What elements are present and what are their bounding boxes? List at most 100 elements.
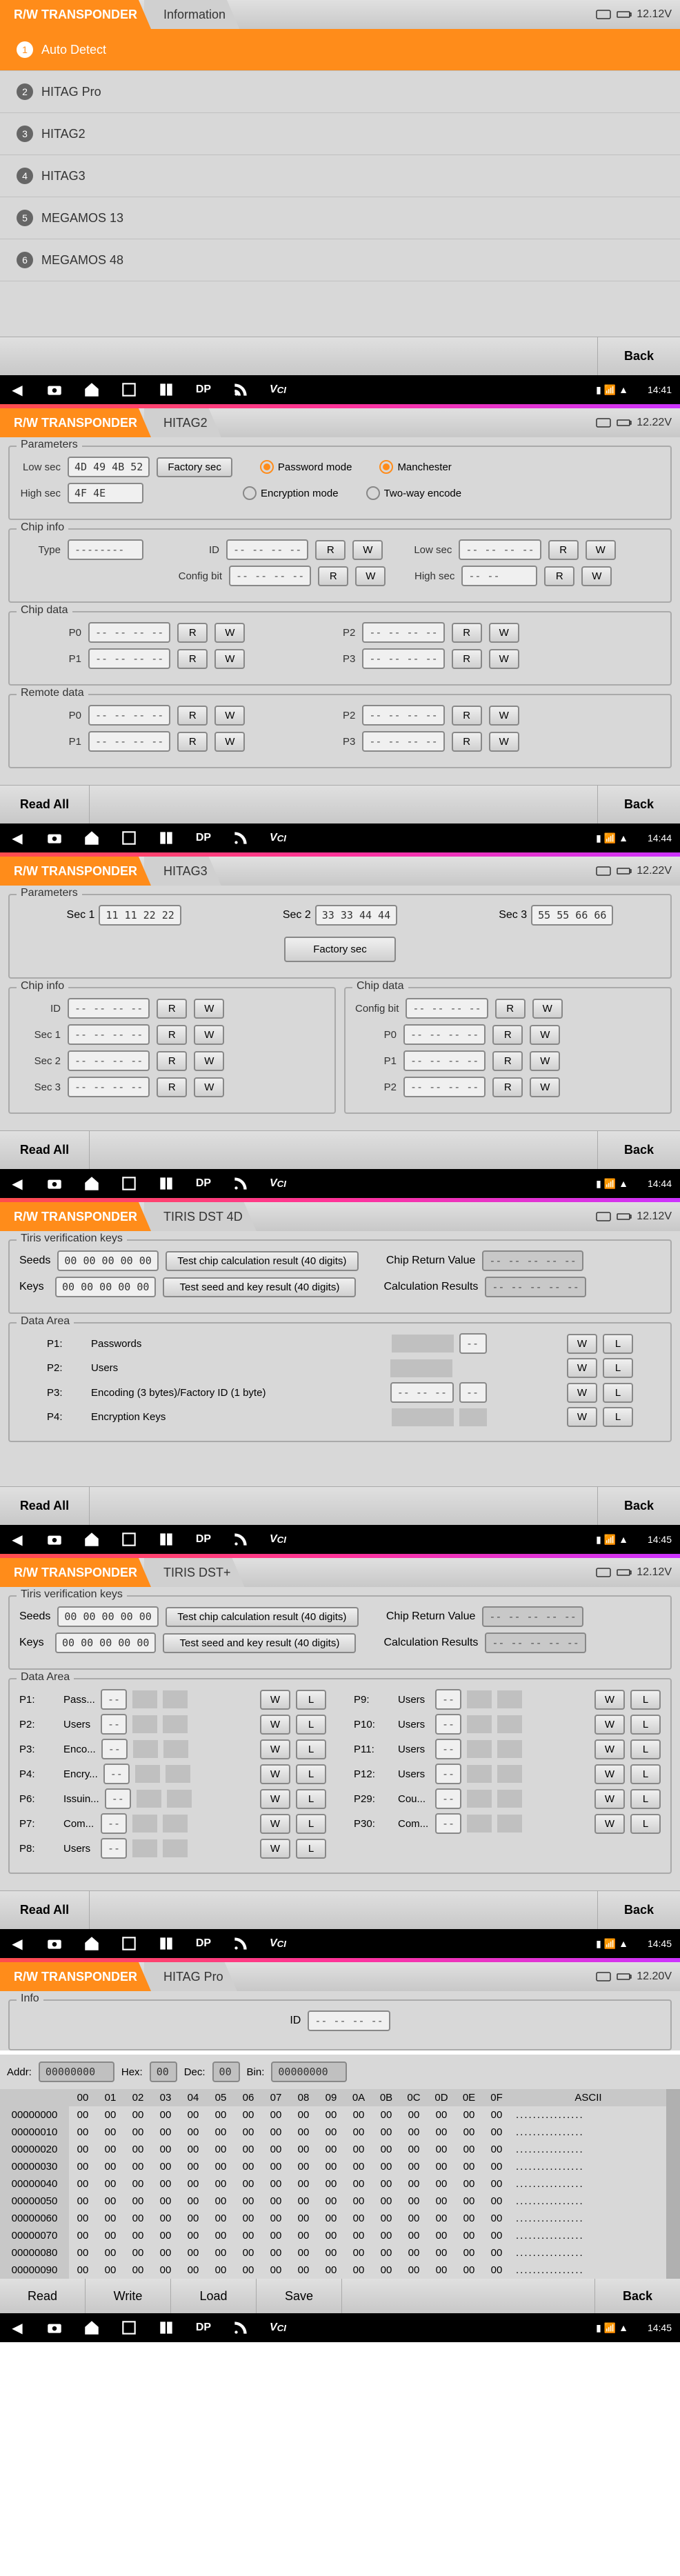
data-val[interactable]: -- (101, 1813, 127, 1834)
cd-p3-r[interactable]: R (452, 649, 482, 669)
data-val[interactable]: -- (105, 1788, 131, 1809)
camera-icon[interactable] (46, 1530, 63, 1548)
addr-value[interactable]: 00000000 (39, 2061, 114, 2082)
cd-p2-r[interactable]: R (452, 623, 482, 643)
scrollbar[interactable] (666, 2089, 680, 2279)
p1-w[interactable]: W (567, 1334, 597, 1354)
ci-sec3[interactable]: -- -- -- -- (68, 1077, 150, 1097)
password-mode-radio[interactable]: Password mode (260, 460, 352, 474)
w-button[interactable]: W (594, 1789, 625, 1809)
read-button[interactable]: Read (0, 2279, 86, 2313)
camera-icon[interactable] (46, 1175, 63, 1192)
home-icon[interactable] (83, 1175, 101, 1192)
p4-l[interactable]: L (603, 1407, 633, 1427)
list-item-hitag3[interactable]: 4HITAG3 (0, 155, 680, 197)
p3-w[interactable]: W (567, 1383, 597, 1403)
l-button[interactable]: L (296, 1789, 326, 1809)
home-icon[interactable] (83, 1935, 101, 1953)
cd-config[interactable]: -- -- -- -- (406, 998, 488, 1019)
cd-p0-w[interactable]: W (214, 623, 245, 643)
rd-p2-r[interactable]: R (452, 706, 482, 726)
back-button[interactable]: Back (594, 2279, 680, 2313)
back-button[interactable]: Back (597, 1131, 680, 1169)
write-button[interactable]: Write (86, 2279, 171, 2313)
seeds-input[interactable]: 00 00 00 00 00 (57, 1606, 158, 1627)
l-button[interactable]: L (630, 1715, 661, 1735)
ci-lowsec-write[interactable]: W (586, 540, 616, 560)
list-item-auto-detect[interactable]: 1Auto Detect (0, 29, 680, 71)
back-button[interactable]: Back (597, 786, 680, 823)
config-write[interactable]: W (355, 566, 386, 586)
p4-val2[interactable] (459, 1408, 487, 1426)
sec1-input[interactable]: 11 11 22 22 (99, 905, 181, 926)
rss-icon[interactable] (232, 1530, 250, 1548)
w-button[interactable]: W (594, 1739, 625, 1759)
recent-icon[interactable] (120, 1530, 138, 1548)
p3-val2[interactable]: -- (459, 1382, 487, 1403)
back-button[interactable]: Back (597, 1487, 680, 1525)
cd-p3[interactable]: -- -- -- -- (362, 648, 444, 669)
id-write-button[interactable]: W (352, 540, 383, 560)
ci-lowsec-read[interactable]: R (548, 540, 579, 560)
home-icon[interactable] (83, 1530, 101, 1548)
recent-icon[interactable] (120, 1175, 138, 1192)
l-button[interactable]: L (630, 1789, 661, 1809)
ci-highsec-read[interactable]: R (544, 566, 574, 586)
ci-id-w[interactable]: W (194, 999, 224, 1019)
dp-icon[interactable]: DP (194, 1935, 212, 1953)
data-val[interactable]: -- (101, 1838, 127, 1859)
cd-p0-r[interactable]: R (177, 623, 208, 643)
cd-p1-r[interactable]: R (492, 1051, 523, 1071)
id-read-button[interactable]: R (315, 540, 346, 560)
rd-p0-r[interactable]: R (177, 706, 208, 726)
cd-p0-r[interactable]: R (492, 1025, 523, 1045)
test-chip-button[interactable]: Test chip calculation result (40 digits) (166, 1607, 359, 1627)
keys-input[interactable]: 00 00 00 00 00 (55, 1277, 156, 1297)
ci-id-r[interactable]: R (157, 999, 187, 1019)
tab-rw-transponder[interactable]: R/W TRANSPONDER (0, 0, 151, 29)
recent-icon[interactable] (120, 1935, 138, 1953)
ci-sec3-w[interactable]: W (194, 1077, 224, 1097)
seeds-input[interactable]: 00 00 00 00 00 (57, 1250, 158, 1271)
book-icon[interactable] (157, 2319, 175, 2337)
hex-row[interactable]: 0000002000000000000000000000000000000000… (0, 2141, 666, 2158)
p1-val[interactable] (392, 1335, 454, 1352)
ci-highsec-write[interactable]: W (581, 566, 612, 586)
w-button[interactable]: W (594, 1715, 625, 1735)
rd-p0-w[interactable]: W (214, 706, 245, 726)
read-all-button[interactable]: Read All (0, 1131, 90, 1169)
data-val[interactable]: -- (101, 1714, 127, 1735)
dp-icon[interactable]: DP (194, 381, 212, 399)
config-value[interactable]: -- -- -- -- (229, 566, 311, 586)
dec-value[interactable]: 00 (212, 2061, 240, 2082)
list-item-hitag2[interactable]: 3HITAG2 (0, 113, 680, 155)
tab-hitag2[interactable]: HITAG2 (144, 408, 221, 437)
cd-p2[interactable]: -- -- -- -- (403, 1077, 486, 1097)
factory-sec-button[interactable]: Factory sec (157, 457, 232, 477)
p1-val2[interactable]: -- (459, 1333, 487, 1354)
vci-icon[interactable]: VCI (269, 2319, 287, 2337)
rd-p3-w[interactable]: W (489, 732, 519, 752)
factory-sec-button[interactable]: Factory sec (284, 937, 396, 962)
recent-icon[interactable] (120, 381, 138, 399)
cd-p1[interactable]: -- -- -- -- (403, 1050, 486, 1071)
highsec-input[interactable]: 4F 4E (68, 483, 143, 503)
book-icon[interactable] (157, 1530, 175, 1548)
rss-icon[interactable] (232, 1935, 250, 1953)
ci-sec1-r[interactable]: R (157, 1025, 187, 1045)
rd-p1[interactable]: -- -- -- -- (88, 731, 170, 752)
ci-sec2[interactable]: -- -- -- -- (68, 1050, 150, 1071)
hex-row[interactable]: 0000000000000000000000000000000000000000… (0, 2106, 666, 2124)
dp-icon[interactable]: DP (194, 1530, 212, 1548)
w-button[interactable]: W (260, 1789, 290, 1809)
hex-row[interactable]: 0000004000000000000000000000000000000000… (0, 2175, 666, 2193)
ci-sec2-r[interactable]: R (157, 1051, 187, 1071)
ci-sec2-w[interactable]: W (194, 1051, 224, 1071)
cd-p1-w[interactable]: W (214, 649, 245, 669)
list-item-megamos13[interactable]: 5MEGAMOS 13 (0, 197, 680, 239)
data-val[interactable]: -- (435, 1813, 461, 1834)
keys-input[interactable]: 00 00 00 00 00 (55, 1633, 156, 1653)
l-button[interactable]: L (296, 1715, 326, 1735)
home-icon[interactable] (83, 381, 101, 399)
cd-p2-w[interactable]: W (530, 1077, 560, 1097)
